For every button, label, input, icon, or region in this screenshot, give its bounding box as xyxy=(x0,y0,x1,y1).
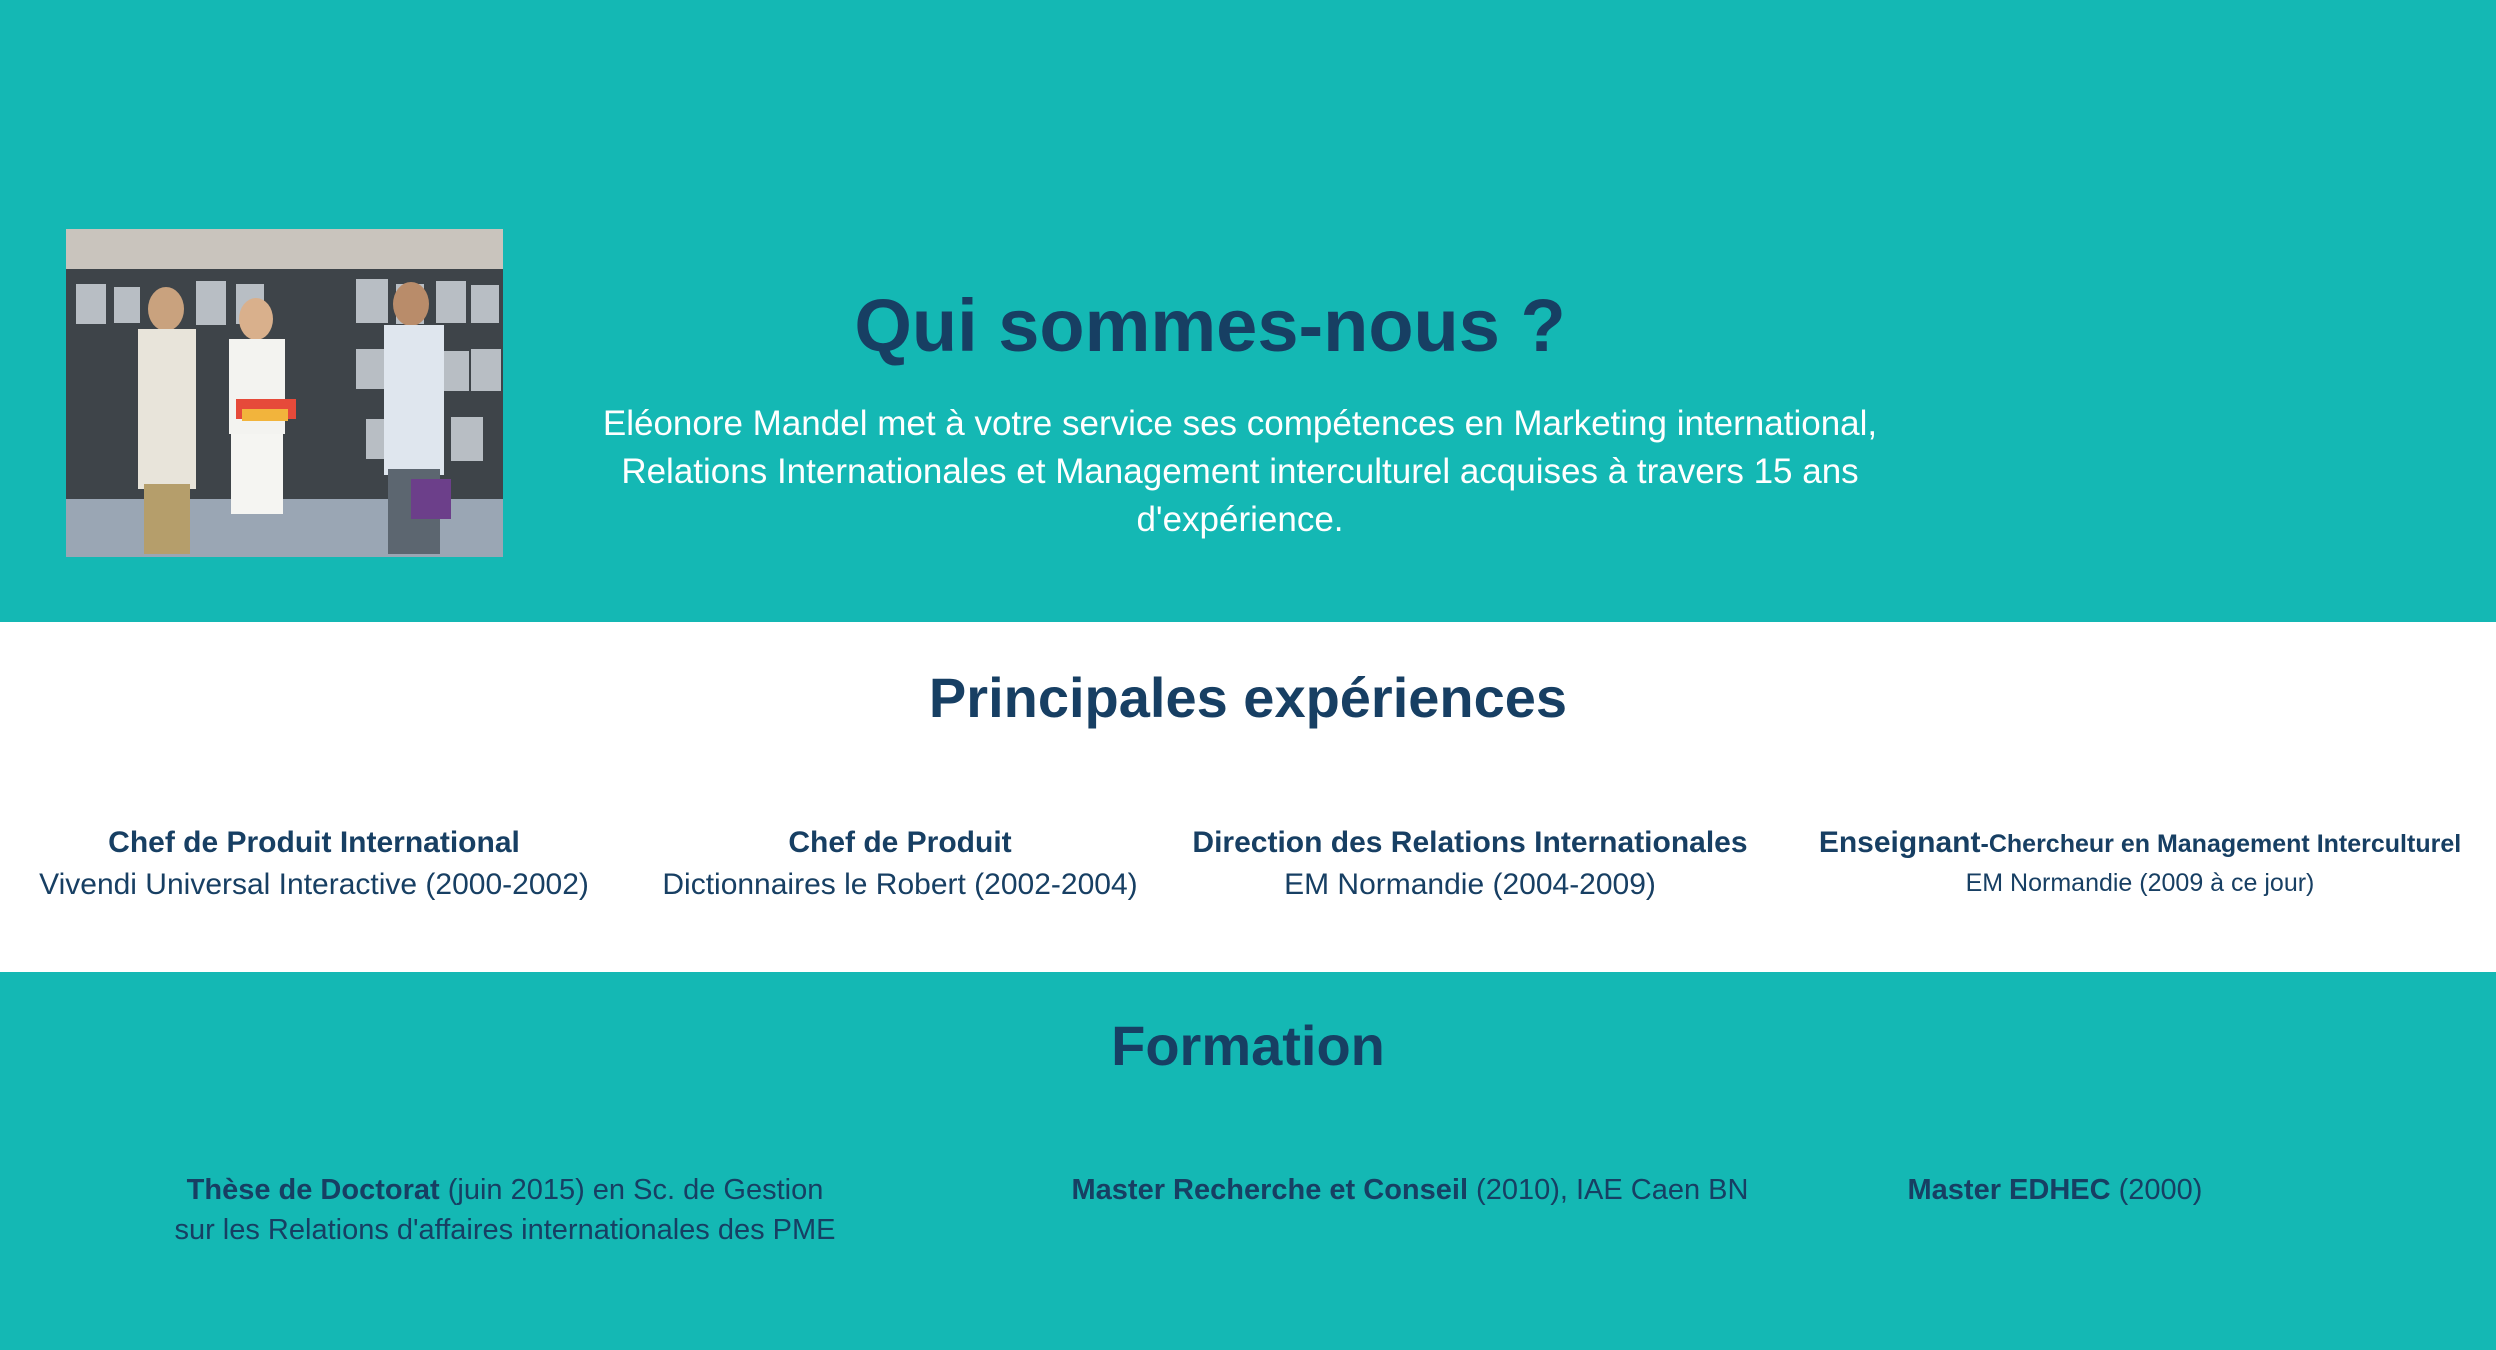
experience-detail: Dictionnaires le Robert (2002-2004) xyxy=(662,868,1138,901)
formation-heading: Formation xyxy=(1111,1014,1385,1077)
intro-line: d'expérience. xyxy=(1136,500,1344,539)
formation-details: (2000) xyxy=(2110,1174,2203,1206)
formation-line: sur les Relations d'affaires internation… xyxy=(174,1214,836,1246)
experience-detail: EM Normandie (2004-2009) xyxy=(1284,868,1656,901)
formation-degree: Thèse de Doctorat xyxy=(186,1174,440,1206)
formation-details: (2010), IAE Caen BN xyxy=(1468,1174,1749,1206)
formation-item: Master EDHEC (2000) xyxy=(1860,1170,2250,1210)
formation-line: Master Recherche et Conseil (2010), IAE … xyxy=(1060,1170,1760,1210)
experience-title-main: Enseignant xyxy=(1818,826,1981,859)
experience-title: Chef de Produit International xyxy=(108,826,520,859)
experience-title-rest: -Chercheur en Management Interculturel xyxy=(1980,830,2462,858)
formation-details: (juin 2015) en Sc. de Gestion xyxy=(439,1174,824,1206)
experience-item: Direction des Relations Internationales … xyxy=(1170,822,1770,906)
experience-title: Chef de Produit xyxy=(788,826,1012,859)
experience-item: Chef de Produit International Vivendi Un… xyxy=(14,822,614,906)
formation-degree: Master Recherche et Conseil xyxy=(1071,1174,1468,1206)
formation-degree: Master EDHEC xyxy=(1907,1174,2111,1206)
formation-item: Thèse de Doctorat (juin 2015) en Sc. de … xyxy=(110,1170,900,1250)
experiences-heading: Principales expériences xyxy=(928,666,1568,729)
experience-detail: Vivendi Universal Interactive (2000-2002… xyxy=(39,868,589,901)
page-title: Qui sommes-nous ? xyxy=(854,284,1566,367)
formation-line: Master EDHEC (2000) xyxy=(1860,1170,2250,1210)
team-photo xyxy=(66,229,503,557)
experience-item: Chef de Produit Dictionnaires le Robert … xyxy=(620,822,1180,906)
formation-line: Thèse de Doctorat (juin 2015) en Sc. de … xyxy=(110,1170,900,1210)
intro-line: Relations Internationales et Management … xyxy=(621,452,1859,491)
experience-title: Enseignant-Chercheur en Management Inter… xyxy=(1790,822,2490,865)
experience-detail: EM Normandie (2009 à ce jour) xyxy=(1965,869,2315,897)
experience-item: Enseignant-Chercheur en Management Inter… xyxy=(1790,822,2490,901)
formation-item: Master Recherche et Conseil (2010), IAE … xyxy=(1060,1170,1760,1210)
experience-title: Direction des Relations Internationales xyxy=(1192,826,1748,859)
intro-text: Eléonore Mandel met à votre service ses … xyxy=(570,400,1910,544)
intro-line: Eléonore Mandel met à votre service ses … xyxy=(602,404,1878,443)
